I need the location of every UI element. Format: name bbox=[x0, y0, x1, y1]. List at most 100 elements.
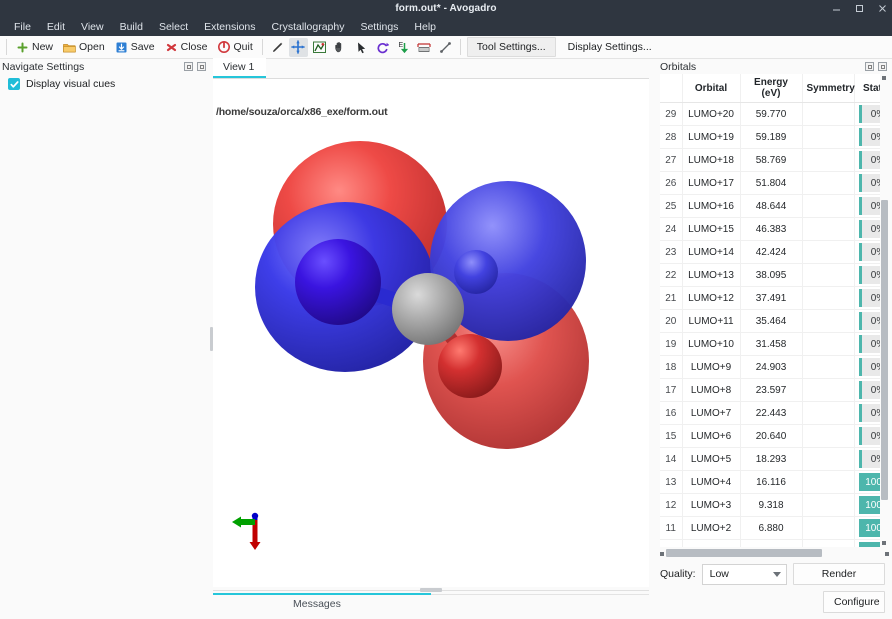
col-header-energy[interactable]: Energy (eV) bbox=[740, 74, 802, 103]
cell-index[interactable]: 24 bbox=[660, 218, 682, 241]
cell-energy[interactable]: 24.903 bbox=[740, 356, 802, 379]
cell-status[interactable]: 0% bbox=[854, 425, 880, 448]
cell-energy[interactable]: 22.443 bbox=[740, 402, 802, 425]
cell-status[interactable]: 0% bbox=[854, 264, 880, 287]
cell-index[interactable]: 23 bbox=[660, 241, 682, 264]
scroll-down-arrow[interactable] bbox=[882, 541, 886, 545]
cell-index[interactable]: 14 bbox=[660, 448, 682, 471]
cell-symmetry[interactable] bbox=[802, 333, 854, 356]
cell-orbital[interactable]: LUMO+10 bbox=[682, 333, 740, 356]
menu-item-extensions[interactable]: Extensions bbox=[196, 19, 263, 35]
cell-index[interactable]: 26 bbox=[660, 172, 682, 195]
cell-energy[interactable]: 37.491 bbox=[740, 287, 802, 310]
cell-index[interactable]: 22 bbox=[660, 264, 682, 287]
menu-item-help[interactable]: Help bbox=[406, 19, 444, 35]
bond-angle-icon[interactable] bbox=[310, 38, 329, 57]
cell-index[interactable]: 10 bbox=[660, 540, 682, 548]
table-row[interactable]: 12LUMO+39.318100% bbox=[660, 494, 880, 517]
cell-energy[interactable]: 35.464 bbox=[740, 310, 802, 333]
cell-symmetry[interactable] bbox=[802, 425, 854, 448]
cell-energy[interactable]: 23.597 bbox=[740, 379, 802, 402]
cell-symmetry[interactable] bbox=[802, 241, 854, 264]
cell-index[interactable]: 13 bbox=[660, 471, 682, 494]
cell-status[interactable]: 0% bbox=[854, 402, 880, 425]
cell-index[interactable]: 29 bbox=[660, 103, 682, 126]
cell-orbital[interactable]: LUMO+1 bbox=[682, 540, 740, 548]
col-header-status[interactable]: Status bbox=[854, 74, 880, 103]
cell-orbital[interactable]: LUMO+5 bbox=[682, 448, 740, 471]
cell-status[interactable]: 0% bbox=[854, 126, 880, 149]
cell-energy[interactable]: 20.640 bbox=[740, 425, 802, 448]
cell-index[interactable]: 18 bbox=[660, 356, 682, 379]
cell-orbital[interactable]: LUMO+3 bbox=[682, 494, 740, 517]
cell-symmetry[interactable] bbox=[802, 379, 854, 402]
table-row[interactable]: 14LUMO+518.2930% bbox=[660, 448, 880, 471]
cell-orbital[interactable]: LUMO+19 bbox=[682, 126, 740, 149]
cell-orbital[interactable]: LUMO+7 bbox=[682, 402, 740, 425]
cell-symmetry[interactable] bbox=[802, 310, 854, 333]
cell-orbital[interactable]: LUMO+4 bbox=[682, 471, 740, 494]
cell-index[interactable]: 17 bbox=[660, 379, 682, 402]
cell-symmetry[interactable] bbox=[802, 195, 854, 218]
cell-energy[interactable]: 6.880 bbox=[740, 517, 802, 540]
menu-item-crystallography[interactable]: Crystallography bbox=[264, 19, 353, 35]
cell-status[interactable]: 100% bbox=[854, 517, 880, 540]
cell-index[interactable]: 16 bbox=[660, 402, 682, 425]
ruler-icon[interactable] bbox=[415, 38, 434, 57]
align-icon[interactable] bbox=[436, 38, 455, 57]
close-button[interactable] bbox=[197, 62, 206, 71]
cell-orbital[interactable]: LUMO+2 bbox=[682, 517, 740, 540]
render-button[interactable]: Render bbox=[793, 563, 885, 585]
cell-index[interactable]: 19 bbox=[660, 333, 682, 356]
menu-item-select[interactable]: Select bbox=[151, 19, 196, 35]
cell-energy[interactable]: 31.458 bbox=[740, 333, 802, 356]
cell-energy[interactable]: 58.769 bbox=[740, 149, 802, 172]
cell-symmetry[interactable] bbox=[802, 218, 854, 241]
pencil-icon[interactable] bbox=[268, 38, 287, 57]
scroll-up-arrow[interactable] bbox=[882, 76, 886, 80]
cell-energy[interactable]: 59.189 bbox=[740, 126, 802, 149]
cell-orbital[interactable]: LUMO+20 bbox=[682, 103, 740, 126]
cell-symmetry[interactable] bbox=[802, 287, 854, 310]
cell-symmetry[interactable] bbox=[802, 356, 854, 379]
col-header-orbital[interactable]: Orbital bbox=[682, 74, 740, 103]
cell-status[interactable]: 0% bbox=[854, 310, 880, 333]
open-button[interactable]: Open bbox=[58, 40, 110, 55]
cursor-arrow-icon[interactable] bbox=[352, 38, 371, 57]
table-row[interactable]: 18LUMO+924.9030% bbox=[660, 356, 880, 379]
minimize-icon[interactable] bbox=[831, 3, 842, 14]
orbitals-table-viewport[interactable]: Orbital Energy (eV) Symmetry Status 29LU… bbox=[660, 74, 880, 547]
cell-energy[interactable]: 59.770 bbox=[740, 103, 802, 126]
cell-index[interactable]: 12 bbox=[660, 494, 682, 517]
gl-render-view[interactable]: /home/souza/orca/x86_exe/form.out bbox=[213, 79, 649, 587]
cell-orbital[interactable]: LUMO+12 bbox=[682, 287, 740, 310]
cell-symmetry[interactable] bbox=[802, 471, 854, 494]
table-row[interactable]: 13LUMO+416.116100% bbox=[660, 471, 880, 494]
cell-orbital[interactable]: LUMO+9 bbox=[682, 356, 740, 379]
cell-status[interactable]: 0% bbox=[854, 448, 880, 471]
bottom-splitter-grip[interactable] bbox=[420, 588, 442, 592]
quality-select[interactable]: Low bbox=[702, 564, 787, 585]
table-row[interactable]: 27LUMO+1858.7690% bbox=[660, 149, 880, 172]
table-row[interactable]: 20LUMO+1135.4640% bbox=[660, 310, 880, 333]
float-button[interactable] bbox=[184, 62, 193, 71]
display-visual-cues-row[interactable]: Display visual cues bbox=[0, 74, 210, 94]
cell-index[interactable]: 15 bbox=[660, 425, 682, 448]
col-header-symmetry[interactable]: Symmetry bbox=[802, 74, 854, 103]
cell-index[interactable]: 27 bbox=[660, 149, 682, 172]
hscroll-left-arrow[interactable] bbox=[660, 552, 664, 556]
cell-status[interactable]: 100% bbox=[854, 494, 880, 517]
cell-orbital[interactable]: LUMO+6 bbox=[682, 425, 740, 448]
cell-symmetry[interactable] bbox=[802, 126, 854, 149]
table-row[interactable]: 25LUMO+1648.6440% bbox=[660, 195, 880, 218]
quit-button[interactable]: Quit bbox=[213, 40, 258, 55]
tab-view-1[interactable]: View 1 bbox=[213, 58, 266, 78]
table-row[interactable]: 26LUMO+1751.8040% bbox=[660, 172, 880, 195]
cell-symmetry[interactable] bbox=[802, 264, 854, 287]
display-settings-button[interactable]: Display Settings... bbox=[558, 37, 662, 57]
menu-item-build[interactable]: Build bbox=[112, 19, 151, 35]
menu-item-edit[interactable]: Edit bbox=[39, 19, 73, 35]
cell-symmetry[interactable] bbox=[802, 402, 854, 425]
maximize-icon[interactable] bbox=[854, 3, 865, 14]
close-button[interactable] bbox=[878, 62, 887, 71]
